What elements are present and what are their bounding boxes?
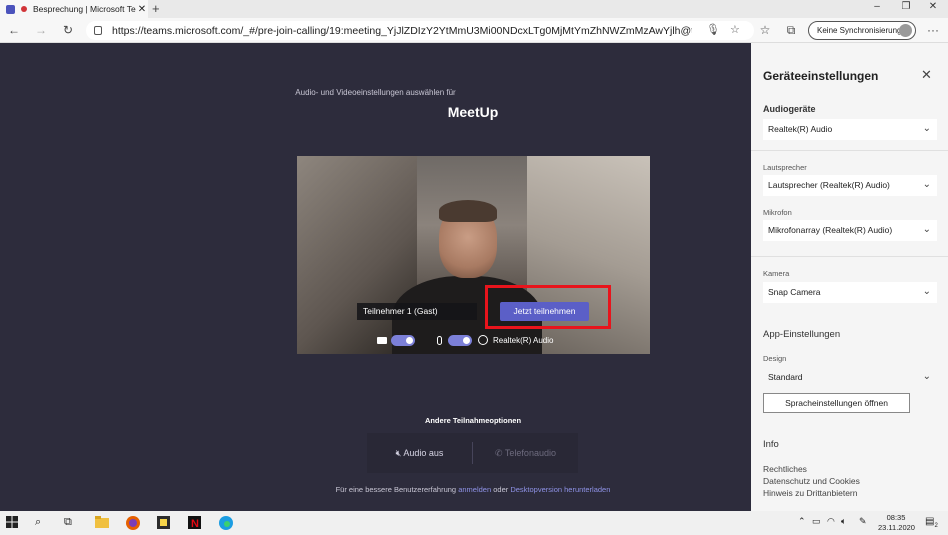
app-settings-label: App-Einstellungen [763, 329, 841, 340]
microphone-toggle[interactable] [448, 334, 472, 346]
notification-icon[interactable]: ▤2 [925, 516, 938, 529]
more-menu-button[interactable]: ··· [924, 22, 942, 39]
clock-time: 08:35 [886, 513, 906, 522]
maximize-button[interactable]: ❐ [891, 1, 921, 12]
panel-close-icon[interactable]: ✕ [921, 67, 932, 83]
browser-tab[interactable]: Besprechung | Microsoft Te ✕ [0, 0, 148, 18]
phone-audio-label: Telefonaudio [504, 447, 556, 458]
chevron-down-icon: ⌄ [922, 179, 931, 190]
design-value: Standard [768, 372, 803, 382]
microphone-icon[interactable]: 🎙 [706, 23, 720, 36]
speaker-select[interactable]: Lautsprecher (Realtek(R) Audio) ⌄ [763, 175, 937, 196]
media-controls: Realtek(R) Audio [377, 332, 553, 348]
taskbar: ⌕ ⧉ N ⌃ ▭ ◠ 🔈︎ ✎ 08:35 23.11.2020 ▤2 [0, 511, 948, 535]
firefox-icon[interactable] [126, 516, 140, 530]
device-settings-panel: Geräteeinstellungen ✕ Audiogeräte Realte… [751, 43, 948, 511]
teams-icon [6, 4, 15, 14]
back-arrow-icon[interactable]: ← [5, 22, 23, 39]
divider [751, 150, 948, 151]
phone-audio-button[interactable]: ✆ Telefonaudio [473, 448, 578, 459]
device-settings-gear-icon[interactable] [478, 335, 488, 345]
audio-off-button[interactable]: 🔇︎ Audio aus [367, 448, 472, 459]
refresh-icon[interactable]: ↻ [59, 22, 77, 39]
other-options-box: 🔇︎ Audio aus ✆ Telefonaudio [367, 433, 578, 473]
camera-select[interactable]: Snap Camera ⌄ [763, 282, 937, 303]
favorite-star-icon[interactable]: ☆ [730, 23, 740, 36]
clock-date: 23.11.2020 [878, 523, 915, 532]
design-select[interactable]: Standard ⌄ [763, 367, 937, 388]
language-settings-button[interactable]: Spracheinstellungen öffnen [763, 393, 910, 413]
chevron-down-icon: ⌄ [922, 286, 931, 297]
audio-devices-label: Audiogeräte [763, 104, 816, 114]
sync-profile-button[interactable]: Keine Synchronisierung [808, 21, 916, 40]
camera-value: Snap Camera [768, 287, 821, 297]
audio-device-label[interactable]: Realtek(R) Audio [493, 336, 553, 345]
forward-arrow-icon[interactable]: → [32, 22, 50, 39]
participant-name[interactable]: Teilnehmer 1 (Gast) [357, 303, 477, 320]
mic-value: Mikrofonarray (Realtek(R) Audio) [768, 225, 893, 235]
svg-text:N: N [191, 518, 199, 529]
prejoin-subheading: Audio- und Videoeinstellungen auswählen … [295, 88, 456, 97]
chevron-down-icon: ⌄ [922, 224, 931, 235]
pen-icon[interactable]: ✎ [859, 516, 867, 527]
battery-icon[interactable]: ▭ [812, 516, 821, 527]
chevron-up-icon[interactable]: ⌃ [798, 516, 806, 527]
microphone-icon [437, 335, 442, 345]
audio-device-select[interactable]: Realtek(R) Audio ⌄ [763, 119, 937, 140]
search-icon[interactable]: ⌕ [35, 516, 49, 530]
mic-select[interactable]: Mikrofonarray (Realtek(R) Audio) ⌄ [763, 220, 937, 241]
collections-icon[interactable]: ⧉ [782, 22, 800, 39]
chevron-down-icon: ⌄ [922, 123, 931, 134]
volume-icon[interactable]: 🔈︎ [841, 516, 846, 527]
windows-start-icon[interactable] [6, 516, 20, 530]
close-window-button[interactable]: ✕ [918, 1, 948, 12]
netflix-icon[interactable]: N [188, 516, 202, 530]
chevron-down-icon: ⌄ [922, 371, 931, 382]
tab-close-icon[interactable]: ✕ [136, 4, 148, 15]
sync-label: Keine Synchronisierung [817, 26, 902, 35]
tab-title: Besprechung | Microsoft Te [33, 4, 136, 14]
design-label: Design [763, 354, 787, 363]
clock[interactable]: 08:35 23.11.2020 [878, 513, 915, 533]
notification-count: 2 [934, 523, 938, 529]
privacy-link[interactable]: Datenschutz und Cookies [763, 476, 860, 486]
mic-label: Mikrofon [763, 208, 792, 217]
prejoin-area: Audio- und Videoeinstellungen auswählen … [0, 43, 751, 511]
sticky-notes-icon[interactable] [157, 516, 171, 530]
speaker-value: Lautsprecher (Realtek(R) Audio) [768, 180, 890, 190]
footnote-prefix: Für eine bessere Benutzererfahrung [335, 485, 457, 494]
info-label: Info [763, 439, 779, 450]
video-preview: Teilnehmer 1 (Gast) Jetzt teilnehmen Rea… [297, 156, 650, 354]
minimize-button[interactable]: – [862, 1, 892, 12]
legal-link[interactable]: Rechtliches [763, 464, 807, 474]
download-desktop-link[interactable]: Desktopversion herunterladen [510, 485, 610, 494]
audio-off-label: Audio aus [403, 447, 444, 458]
divider [751, 256, 948, 257]
lock-icon [94, 26, 102, 35]
phone-icon: ✆ [495, 447, 505, 458]
panel-title: Geräteeinstellungen [763, 69, 879, 83]
file-explorer-icon[interactable] [95, 516, 109, 530]
signin-link[interactable]: anmelden [458, 485, 491, 494]
camera-icon [377, 336, 387, 344]
browser-tab-bar: Besprechung | Microsoft Te ✕ + – ❐ ✕ [0, 0, 948, 18]
url-field[interactable]: https://teams.microsoft.com/_#/pre-join-… [86, 21, 754, 40]
edge-icon[interactable] [219, 516, 233, 530]
avatar [899, 24, 912, 37]
camera-label: Kamera [763, 269, 790, 278]
url-text: https://teams.microsoft.com/_#/pre-join-… [112, 24, 692, 37]
recording-icon [21, 6, 27, 12]
new-tab-button[interactable]: + [152, 1, 160, 16]
video-person-hair [439, 200, 497, 222]
audio-device-value: Realtek(R) Audio [768, 124, 833, 134]
speaker-label: Lautsprecher [763, 163, 807, 172]
network-icon[interactable]: ◠ [827, 516, 835, 527]
address-bar-row: ← → ↻ https://teams.microsoft.com/_#/pre… [0, 18, 948, 43]
highlight-frame [485, 285, 611, 329]
camera-toggle[interactable] [391, 334, 415, 346]
task-view-icon[interactable]: ⧉ [64, 516, 78, 530]
footnote-mid: oder [493, 485, 509, 494]
favorites-icon[interactable]: ☆ [756, 22, 774, 39]
third-party-link[interactable]: Hinweis zu Drittanbietern [763, 488, 857, 498]
